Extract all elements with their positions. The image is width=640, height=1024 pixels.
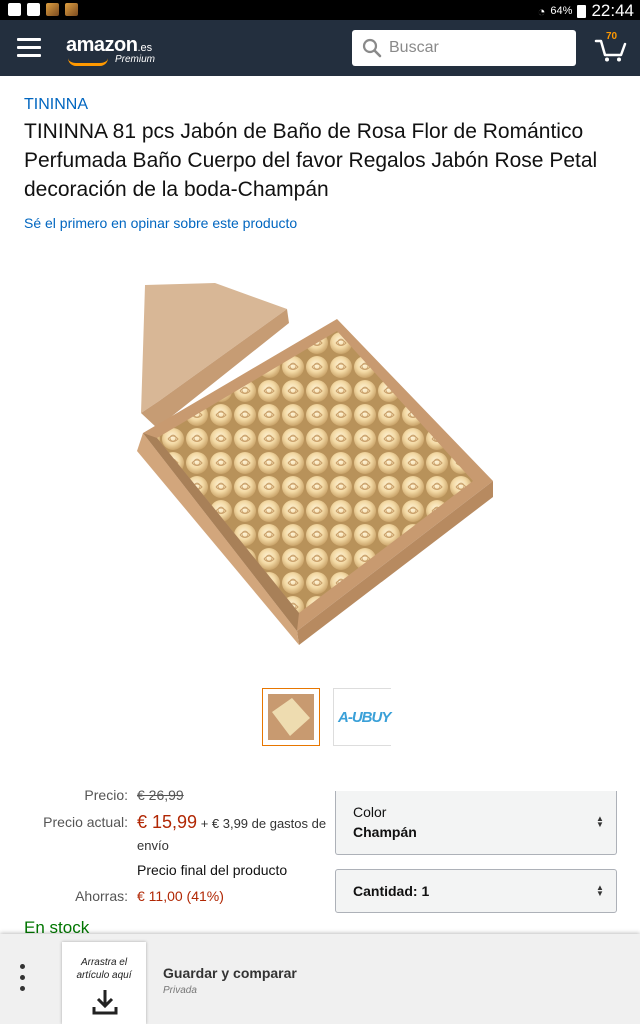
search-placeholder: Buscar [389, 39, 439, 56]
color-select-label: Color [353, 804, 387, 820]
battery-icon [577, 4, 587, 18]
search-icon [362, 38, 382, 58]
amazon-logo[interactable]: amazon.es Premium [66, 34, 155, 66]
compare-bar: Arrastra el artículo aquí Guardar y comp… [0, 934, 640, 1024]
savings-value: € 11,00 (41%) [137, 888, 224, 904]
price-label: Precio: [84, 787, 128, 803]
current-price-label: Precio actual: [43, 814, 128, 830]
quantity-select[interactable]: Cantidad: 1 ▲ ▼ [335, 869, 617, 913]
download-icon [92, 990, 118, 1015]
thumbnail-2-logo: A-UBUY [338, 709, 391, 726]
cart-count: 70 [606, 31, 618, 42]
more-options-icon[interactable] [20, 964, 28, 996]
battery-percent: 64% [550, 5, 573, 17]
notification-icons [8, 3, 78, 16]
savings-label: Ahorras: [75, 888, 128, 904]
chevron-updown-icon: ▲ ▼ [596, 883, 604, 898]
cart-button[interactable]: 70 [594, 31, 628, 63]
status-right: ◔ 64% 22:44 [538, 1, 634, 21]
thumbnail-1-image [268, 694, 314, 740]
logo-word: amazon [66, 34, 138, 56]
drop-zone[interactable]: Arrastra el artículo aquí [62, 942, 146, 1024]
current-price-line: € 15,99 + € 3,99 de gastos de envío [137, 811, 327, 857]
app-header: amazon.es Premium Buscar 70 [0, 20, 640, 76]
menu-icon[interactable] [17, 38, 41, 58]
gallery-icon [27, 3, 40, 16]
logo-premium: Premium [115, 54, 156, 65]
brand-link[interactable]: TININNA [24, 96, 88, 114]
save-compare-title: Guardar y comparar [163, 965, 297, 981]
current-price: € 15,99 [137, 812, 198, 832]
chevron-updown-icon: ▲ ▼ [596, 814, 604, 829]
logo-smile-icon [68, 58, 108, 66]
review-link[interactable]: Sé el primero en opinar sobre este produ… [24, 215, 297, 231]
search-input[interactable]: Buscar [352, 30, 576, 66]
facebook-icon [8, 3, 21, 16]
product-title: TININNA 81 pcs Jabón de Baño de Rosa Flo… [24, 120, 598, 201]
status-bar: ◔ 64% 22:44 [0, 0, 640, 20]
color-select-value: Champán [353, 824, 417, 840]
product-image[interactable] [137, 283, 495, 648]
quantity-value: 1 [421, 883, 430, 899]
photo-icon [65, 3, 78, 16]
product-page: ◔ 64% 22:44 amazon.es Premium Buscar 70 … [0, 0, 640, 1024]
thumbnail-2[interactable]: A-UBUY [333, 688, 391, 746]
wifi-icon: ◔ [537, 3, 546, 19]
list-price: € 26,99 [137, 787, 184, 803]
quantity-label: Cantidad: 1 [353, 883, 430, 899]
save-compare-subtitle: Privada [163, 985, 197, 996]
color-select[interactable]: Color Champán ▲ ▼ [335, 791, 617, 855]
clock: 22:44 [591, 1, 634, 20]
photo-icon [46, 3, 59, 16]
logo-tld: .es [137, 42, 153, 54]
drop-zone-text: Arrastra el artículo aquí [76, 957, 132, 981]
thumbnail-1[interactable] [262, 688, 320, 746]
final-price-note: Precio final del producto [137, 862, 288, 878]
